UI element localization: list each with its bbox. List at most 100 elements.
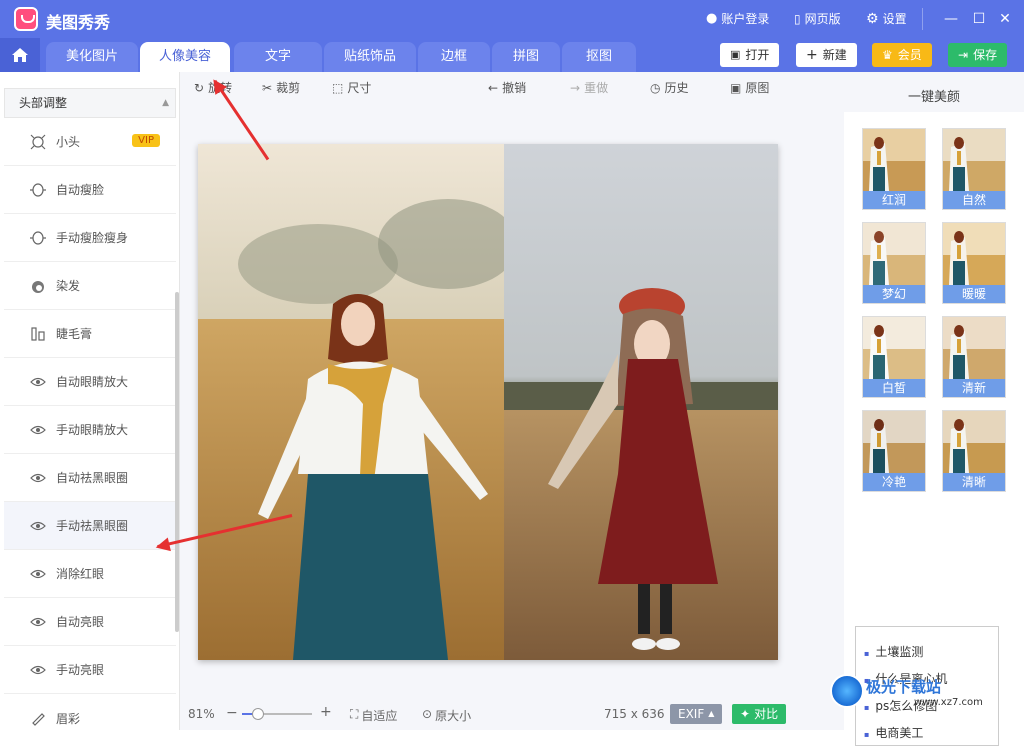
tab-text[interactable]: 文字 [234,42,322,72]
save-button[interactable]: ⇥ 保存 [948,43,1008,67]
related-link[interactable]: 土壤监测 [864,643,923,660]
zoom-slider[interactable] [242,708,312,720]
compare-button[interactable]: ✦ 对比 [732,704,787,724]
menu-label: 手动祛黑眼圈 [56,519,129,533]
fit-button[interactable]: ⛶ 自适应 [350,707,397,724]
preset-label: 暖暖 [943,285,1005,303]
exif-button[interactable]: EXIF ▲ [670,704,723,724]
watermark-url: www.xz7.com [914,697,983,708]
zoom-in-icon[interactable]: + [320,704,332,720]
menu-item-auto-slim-face[interactable]: 自动瘦脸 [4,166,176,214]
redo-button[interactable]: → 重做 [570,79,608,96]
menu-label: 自动亮眼 [56,615,105,629]
preset-thumb[interactable]: 自然 [942,128,1006,210]
preset-thumb[interactable]: 红润 [862,128,926,210]
new-button[interactable]: + 新建 [796,43,857,67]
settings-button[interactable]: ⚙ 设置 [866,10,907,27]
preset-thumb[interactable]: 冷艳 [862,410,926,492]
image-canvas[interactable] [180,102,844,698]
menu-item-auto-bright-eye[interactable]: 自动亮眼 [4,598,176,646]
clock-icon: ◷ [650,80,661,95]
preset-preview [863,223,925,285]
menu-item-auto-dark-circle[interactable]: 自动祛黑眼圈 [4,454,176,502]
compare-label: 对比 [754,707,779,721]
login-label: 账户登录 [721,12,770,26]
photo-collage [198,144,778,660]
menu-label: 手动瘦脸瘦身 [56,231,129,245]
export-icon: ⇥ [958,48,969,62]
menu-label: 手动亮眼 [56,663,105,677]
menu-item-manual-slim[interactable]: 手动瘦脸瘦身 [4,214,176,262]
tab-collage[interactable]: 拼图 [492,42,560,72]
actual-size-label: 原大小 [435,709,472,723]
eye-icon [30,566,46,582]
app-name: 美图秀秀 [46,13,111,32]
menu-item-manual-bright-eye[interactable]: 手动亮眼 [4,646,176,694]
menu-label: 眉彩 [56,711,81,726]
size-button[interactable]: ⬚ 尺寸 [332,79,371,96]
crop-button[interactable]: ✂ 裁剪 [262,79,300,96]
related-link[interactable]: 电商美工 [864,724,923,741]
history-button[interactable]: ◷ 历史 [650,79,689,96]
fit-icon: ⛶ [350,707,359,721]
eye-icon [30,470,46,486]
menu-item-auto-eye-enlarge[interactable]: 自动眼睛放大 [4,358,176,406]
new-label: 新建 [822,48,847,62]
crop-label: 裁剪 [276,81,301,95]
web-version-link[interactable]: ▯ 网页版 [794,10,841,27]
menu-item-red-eye[interactable]: 消除红眼 [4,550,176,598]
menu-item-hair-dye[interactable]: 染发 [4,262,176,310]
menu-item-mascara[interactable]: 睫毛膏 [4,310,176,358]
preset-thumb[interactable]: 清新 [942,316,1006,398]
login-link[interactable]: ● 账户登录 [706,10,769,27]
open-label: 打开 [745,48,770,62]
left-scrollbar[interactable] [175,292,179,632]
menu-label: 睫毛膏 [56,327,93,341]
section-head-adjust[interactable]: 头部调整 ▲ [4,88,176,118]
preset-preview [863,129,925,191]
preset-label: 冷艳 [863,473,925,491]
preset-thumb[interactable]: 暖暖 [942,222,1006,304]
tab-portrait[interactable]: 人像美容 [140,42,230,72]
exif-label: EXIF [678,707,705,721]
menu-item-manual-eye-enlarge[interactable]: 手动眼睛放大 [4,406,176,454]
rotate-icon: ↻ [194,80,205,95]
preset-thumb[interactable]: 梦幻 [862,222,926,304]
face-icon [30,182,46,198]
web-label: 网页版 [804,12,841,26]
original-button[interactable]: ▣ 原图 [730,79,769,96]
image-dimensions: 715 x 636 [604,707,665,721]
menu-item-manual-dark-circle[interactable]: 手动祛黑眼圈 [4,502,176,550]
preset-preview [943,411,1005,473]
actual-size-button[interactable]: ⊙ 原大小 [422,707,471,724]
tab-border[interactable]: 边框 [418,42,490,72]
original-label: 原图 [745,81,770,95]
tab-cutout[interactable]: 抠图 [562,42,636,72]
tab-stickers[interactable]: 贴纸饰品 [324,42,416,72]
vip-label: 会员 [897,48,922,62]
zoom-out-icon[interactable]: − [226,705,238,721]
preset-label: 清新 [943,379,1005,397]
caret-up-icon: ▲ [162,98,169,108]
menu-item-eyebrow[interactable]: 眉彩 [4,694,176,742]
divider [922,8,923,30]
watermark: 极光下载站 www.xz7.com [830,674,983,708]
undo-button[interactable]: ← 撤销 [488,79,526,96]
tab-beautify[interactable]: 美化图片 [46,42,138,72]
close-icon[interactable]: ✕ [996,10,1014,28]
redo-label: 重做 [584,81,609,95]
menu-label: 自动瘦脸 [56,183,105,197]
preset-thumb[interactable]: 清晰 [942,410,1006,492]
home-icon [12,48,28,62]
vip-button[interactable]: ♛ 会员 [872,43,932,67]
preset-thumb[interactable]: 白皙 [862,316,926,398]
open-button[interactable]: ▣ 打开 [720,43,780,67]
home-button[interactable] [0,38,40,72]
zoom-slider-handle[interactable] [252,708,264,720]
menu-item-small-head[interactable]: 小头 VIP [4,118,176,166]
preset-preview [943,223,1005,285]
image-icon: ▣ [730,48,741,61]
maximize-icon[interactable]: ☐ [970,10,988,28]
minimize-icon[interactable]: — [942,10,960,28]
eye-icon [30,422,46,438]
